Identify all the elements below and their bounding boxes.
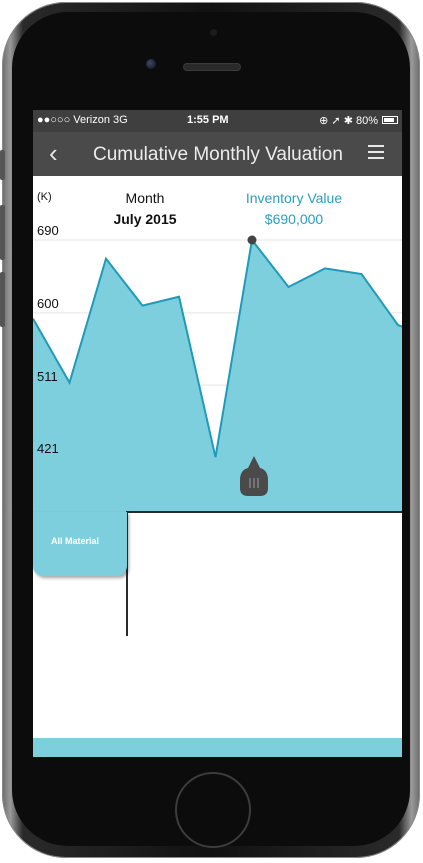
tab-all-material-label: All Material <box>51 536 100 546</box>
page-title: Cumulative Monthly Valuation <box>93 144 343 165</box>
navigation-bar: ‹ Cumulative Monthly Valuation <box>33 132 402 176</box>
inventory-value: $690,000 <box>264 211 324 227</box>
battery-icon <box>382 116 398 124</box>
data-point[interactable] <box>213 454 219 460</box>
home-button[interactable] <box>175 772 251 848</box>
proximity-sensor <box>210 29 217 36</box>
earpiece-speaker <box>183 63 241 71</box>
inventory-value-label: Inventory Value <box>245 190 343 206</box>
data-point[interactable] <box>286 284 292 290</box>
data-point[interactable] <box>33 316 36 322</box>
data-point[interactable] <box>140 303 146 309</box>
lower-panel <box>127 512 402 636</box>
data-point[interactable] <box>322 265 328 271</box>
mute-switch <box>0 150 5 180</box>
y-tick-label: 511 <box>37 369 58 384</box>
data-point[interactable] <box>395 322 401 328</box>
bottom-bar <box>33 738 402 757</box>
data-point[interactable] <box>103 256 109 262</box>
data-point[interactable] <box>67 380 73 386</box>
volume-up-button <box>0 205 5 260</box>
data-point[interactable] <box>359 271 365 277</box>
y-tick-label: 600 <box>37 296 59 311</box>
status-bar: ●●○○○ Verizon 3G 1:55 PM ⊕ ➚ ✱ 80% <box>33 110 402 132</box>
front-camera-icon <box>146 59 156 69</box>
carrier-signal: ●●○○○ Verizon 3G <box>37 114 128 126</box>
tab-all-material[interactable]: All Material <box>33 512 127 576</box>
series-area <box>33 240 402 512</box>
selected-point-marker <box>247 235 257 245</box>
hamburger-menu-icon[interactable] <box>368 145 384 159</box>
month-label: Month <box>125 190 165 206</box>
app-screen: ●●○○○ Verizon 3G 1:55 PM ⊕ ➚ ✱ 80% ‹ Cum… <box>33 110 402 757</box>
chevron-left-icon[interactable]: ‹ <box>49 138 58 168</box>
y-axis-unit-label: (K) <box>37 191 52 203</box>
status-icons: ⊕ ➚ ✱ 80% <box>319 115 378 127</box>
volume-down-button <box>0 272 5 327</box>
y-tick-label: 421 <box>37 441 59 456</box>
status-time: 1:55 PM <box>187 114 229 126</box>
month-value: July 2015 <box>113 211 177 227</box>
data-point[interactable] <box>176 294 182 300</box>
y-tick-label: 690 <box>37 223 59 238</box>
